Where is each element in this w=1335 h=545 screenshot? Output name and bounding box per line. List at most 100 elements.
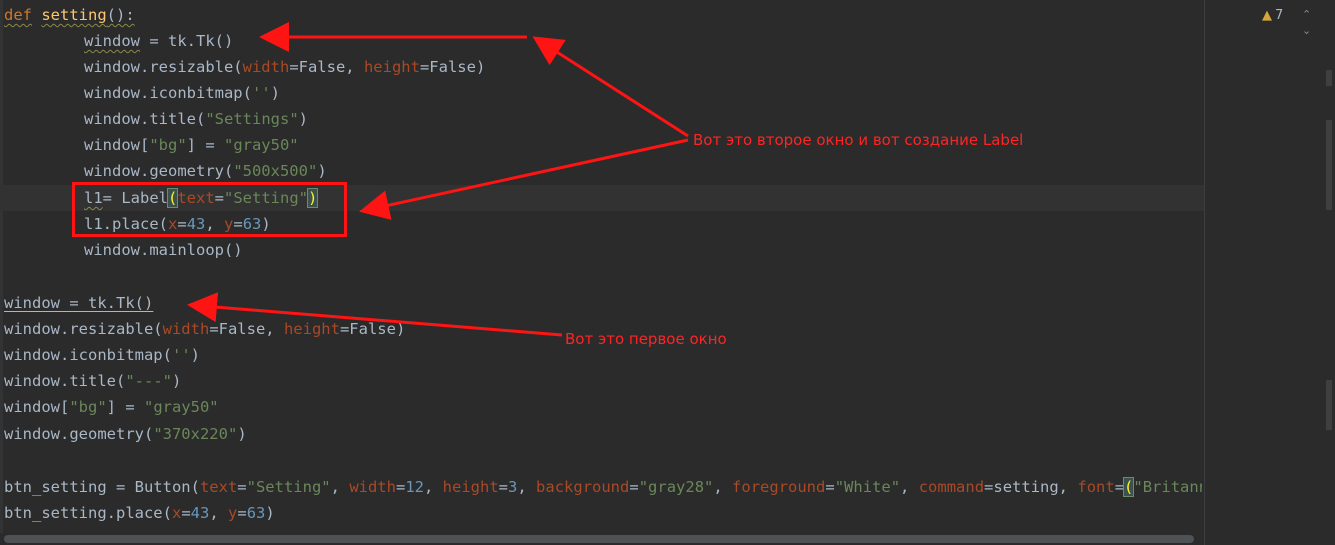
string-literal: '' — [171, 346, 191, 364]
function-name: setting — [41, 6, 107, 24]
code-line-15[interactable]: window.title("---") — [4, 368, 181, 394]
code-token: window[ — [84, 136, 150, 154]
code-token: ) — [172, 372, 182, 390]
code-token: , — [209, 504, 229, 522]
code-line-16[interactable]: window["bg"] = "gray50" — [4, 394, 219, 420]
code-line-6[interactable]: window["bg"] = "gray50" — [84, 132, 299, 158]
highlight-box — [72, 182, 347, 237]
code-token: = — [825, 478, 835, 496]
chevron-up-icon[interactable]: ⌃ — [1302, 8, 1311, 21]
string-literal: "---" — [125, 372, 172, 390]
code-token: window.geometry( — [84, 162, 234, 180]
code-token: window.mainloop() — [84, 241, 243, 259]
code-line-17[interactable]: window.geometry("370x220") — [4, 421, 247, 447]
code-line-5[interactable]: window.title("Settings") — [84, 106, 308, 132]
variable-window: window — [4, 294, 60, 312]
code-line-19[interactable]: btn_setting = Button(text="Setting", wid… — [4, 474, 1202, 500]
code-token: ] = — [106, 398, 144, 416]
code-token: , — [330, 478, 350, 496]
code-line-12[interactable]: window = tk.Tk() — [4, 290, 153, 316]
param-name: y — [228, 504, 238, 522]
param-name: font — [1077, 478, 1115, 496]
number-literal: 12 — [405, 478, 424, 496]
string-literal: "370x220" — [153, 425, 238, 443]
code-line-2[interactable]: window = tk.Tk() — [84, 28, 233, 54]
number-literal: 63 — [246, 504, 266, 522]
param-name: width — [349, 478, 396, 496]
editor-right-panel: ▲ 7 ⌃ ⌄ — [1205, 0, 1335, 545]
param-name: height — [283, 320, 340, 338]
code-token: window.geometry( — [4, 425, 154, 443]
code-token: (): — [106, 6, 135, 24]
scrollbar-thumb[interactable] — [1326, 120, 1332, 210]
horizontal-scrollbar-thumb[interactable] — [4, 535, 1194, 543]
code-line-13[interactable]: window.resizable(width=False, height=Fal… — [4, 316, 405, 342]
code-token: ) — [298, 110, 308, 128]
code-token: ) — [265, 504, 275, 522]
code-token: = — [629, 478, 639, 496]
annotation-first-window: Вот это первое окно — [565, 330, 727, 348]
code-token: window.title( — [84, 110, 206, 128]
editor-gutter — [0, 0, 3, 545]
param-name: foreground — [732, 478, 826, 496]
string-literal: "bg" — [149, 136, 187, 154]
param-name: height — [363, 58, 420, 76]
param-name: command — [918, 478, 985, 496]
code-token: , — [713, 478, 733, 496]
param-name: background — [536, 478, 630, 496]
code-token: btn_setting = Button( — [4, 478, 200, 496]
param-name: width — [162, 320, 210, 338]
code-line-14[interactable]: window.iconbitmap('') — [4, 342, 200, 368]
inspection-widget[interactable]: ▲ 7 — [1262, 8, 1283, 23]
string-literal: "Setting" — [246, 478, 331, 496]
code-line-10[interactable]: window.mainloop() — [84, 237, 243, 263]
string-literal: "500x500" — [233, 162, 318, 180]
code-token: = — [1114, 478, 1125, 496]
string-literal: "White" — [834, 478, 901, 496]
warning-icon: ▲ — [1262, 8, 1272, 23]
chevron-down-icon[interactable]: ⌄ — [1302, 24, 1311, 37]
scrollbar-marker[interactable] — [1326, 70, 1332, 86]
code-token: = tk.Tk() — [60, 294, 154, 312]
variable-window: window — [84, 32, 140, 50]
string-literal: '' — [251, 84, 271, 102]
code-line-3[interactable]: window.resizable(width=False, height=Fal… — [84, 54, 485, 80]
string-literal: "gray50" — [143, 398, 219, 416]
code-editor[interactable]: def setting(): window = tk.Tk() window.r… — [0, 0, 1335, 545]
string-literal: "gray50" — [223, 136, 299, 154]
code-token: = — [237, 478, 247, 496]
code-token: ) — [190, 346, 200, 364]
number-literal: 3 — [508, 478, 518, 496]
code-token: ] = — [186, 136, 224, 154]
code-token: = — [237, 504, 247, 522]
code-token: = tk.Tk() — [140, 32, 234, 50]
code-token: ) — [317, 162, 327, 180]
code-token: =False) — [339, 320, 406, 338]
code-token: =setting, — [984, 478, 1078, 496]
code-line-1[interactable]: def setting(): — [4, 2, 135, 28]
code-token: ) — [237, 425, 247, 443]
code-token: window.resizable( — [84, 58, 243, 76]
code-token: window.title( — [4, 372, 126, 390]
code-token: = — [181, 504, 191, 522]
code-token: = — [498, 478, 509, 496]
bracket-open: ( — [1122, 477, 1135, 497]
annotation-second-window: Вот это второе окно и вот создание Label — [693, 131, 1024, 149]
scrollbar-marker[interactable] — [1326, 380, 1332, 430]
code-token: window.resizable( — [4, 320, 163, 338]
number-literal: 43 — [190, 504, 210, 522]
code-token: ) — [270, 84, 280, 102]
param-name: text — [199, 478, 238, 496]
code-line-4[interactable]: window.iconbitmap('') — [84, 80, 280, 106]
string-literal: "gray28" — [638, 478, 714, 496]
string-literal: "bg" — [69, 398, 107, 416]
code-line-7[interactable]: window.geometry("500x500") — [84, 158, 327, 184]
code-token: window[ — [4, 398, 70, 416]
code-token: btn_setting.place( — [4, 504, 172, 522]
param-name: x — [171, 504, 182, 522]
code-token: =False, — [289, 58, 364, 76]
code-token: , — [900, 478, 919, 496]
string-literal: "Settings" — [205, 110, 299, 128]
warning-count: 7 — [1275, 8, 1284, 23]
code-line-20[interactable]: btn_setting.place(x=43, y=63) — [4, 500, 275, 526]
